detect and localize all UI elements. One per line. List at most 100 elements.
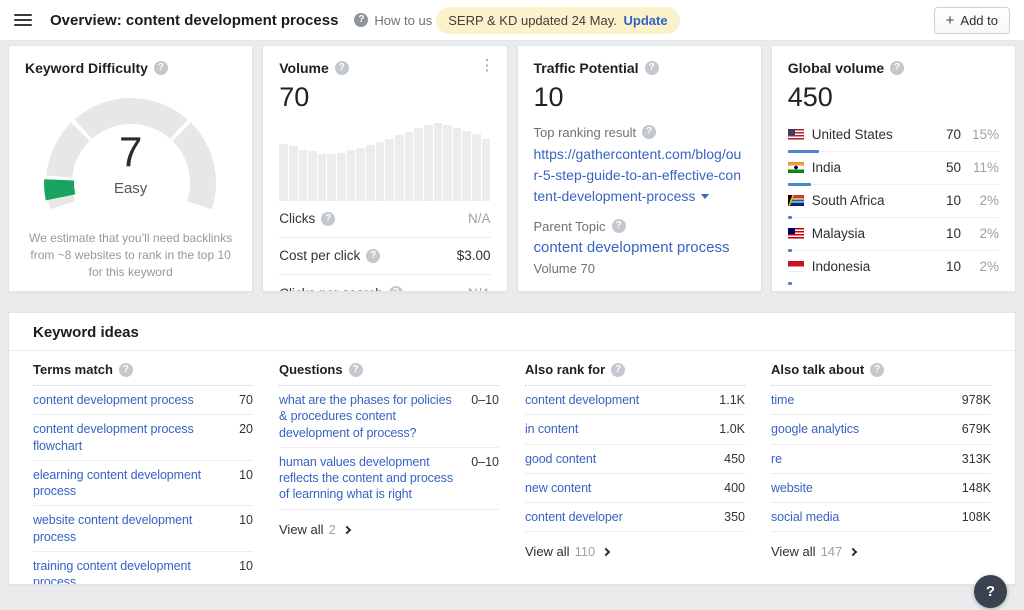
country-name: United States bbox=[812, 127, 938, 142]
keyword-row: website content development process10 bbox=[33, 506, 253, 552]
help-icon[interactable]: ? bbox=[612, 219, 626, 233]
help-icon[interactable]: ? bbox=[321, 212, 335, 226]
volume-bar bbox=[482, 139, 491, 201]
keyword-link[interactable]: new content bbox=[525, 480, 716, 496]
keyword-row: elearning content development process10 bbox=[33, 461, 253, 507]
add-to-button[interactable]: + Add to bbox=[934, 7, 1010, 34]
country-volume-list: United States7015%India5011%South Africa… bbox=[788, 119, 999, 283]
keyword-link[interactable]: re bbox=[771, 451, 954, 467]
chevron-right-icon bbox=[849, 548, 857, 556]
help-icon[interactable]: ? bbox=[642, 125, 656, 139]
keyword-volume: 108K bbox=[962, 509, 991, 524]
keyword-link[interactable]: content development process bbox=[33, 392, 231, 408]
volume-bar bbox=[405, 132, 414, 201]
clicks-value: N/A bbox=[468, 211, 491, 226]
volume-bar bbox=[453, 128, 462, 201]
keyword-volume: 148K bbox=[962, 480, 991, 495]
menu-icon[interactable] bbox=[14, 14, 32, 26]
column-title: Terms match bbox=[33, 362, 113, 377]
help-icon[interactable]: ? bbox=[335, 61, 349, 75]
dropdown-caret-icon[interactable] bbox=[701, 194, 709, 199]
column-header: Also talk about? bbox=[771, 351, 991, 386]
how-to-use-link[interactable]: ? How to us bbox=[354, 13, 432, 28]
flag-icon-my bbox=[788, 228, 804, 239]
keyword-link[interactable]: content developer bbox=[525, 509, 716, 525]
chevron-right-icon bbox=[602, 548, 610, 556]
volume-bar bbox=[366, 145, 375, 201]
keyword-row: what are the phases for policies & proce… bbox=[279, 386, 499, 448]
keyword-row: content development process flowchart20 bbox=[33, 415, 253, 461]
keyword-row: content development1.1K bbox=[525, 386, 745, 415]
country-percent: 15% bbox=[969, 127, 999, 142]
column-header: Questions? bbox=[279, 351, 499, 386]
view-all-label: View all bbox=[279, 522, 324, 537]
keyword-link[interactable]: content development process flowchart bbox=[33, 421, 231, 454]
keyword-row: good content450 bbox=[525, 445, 745, 474]
keyword-link[interactable]: website bbox=[771, 480, 954, 496]
volume-bar bbox=[376, 142, 385, 201]
volume-bar bbox=[443, 125, 452, 201]
view-all-count: 110 bbox=[575, 544, 596, 559]
help-icon: ? bbox=[354, 13, 368, 27]
view-all-link[interactable]: View all 147 bbox=[771, 532, 991, 559]
parent-topic-link[interactable]: content development process bbox=[534, 239, 730, 256]
keyword-link[interactable]: google analytics bbox=[771, 421, 954, 437]
keyword-volume: 978K bbox=[962, 392, 991, 407]
volume-bar bbox=[424, 125, 433, 201]
keyword-link[interactable]: website content development process bbox=[33, 512, 231, 545]
help-fab-button[interactable]: ? bbox=[974, 575, 1007, 608]
help-icon[interactable]: ? bbox=[349, 363, 363, 377]
column-title: Also rank for bbox=[525, 362, 605, 377]
help-icon[interactable]: ? bbox=[119, 363, 133, 377]
clicks-per-search-row: Clicks per search ? N/A bbox=[279, 275, 490, 292]
global-volume-value: 450 bbox=[788, 83, 999, 113]
clicks-per-search-value: N/A bbox=[468, 286, 491, 292]
view-all-link[interactable]: View all110 bbox=[525, 532, 745, 559]
keyword-volume: 0–10 bbox=[471, 454, 499, 469]
country-percent: 2% bbox=[969, 226, 999, 241]
top-bar: Overview: content development process ? … bbox=[0, 0, 1024, 41]
parent-topic-label: Parent Topic bbox=[534, 219, 606, 234]
keyword-volume: 400 bbox=[724, 480, 745, 495]
keyword-row: training content development process10 bbox=[33, 552, 253, 585]
help-icon[interactable]: ? bbox=[389, 286, 403, 292]
help-icon[interactable]: ? bbox=[611, 363, 625, 377]
top-ranking-result-link[interactable]: https://gathercontent.com/blog/our-5-ste… bbox=[534, 144, 745, 207]
traffic-potential-value: 10 bbox=[534, 83, 745, 113]
volume-bar bbox=[327, 154, 336, 201]
keyword-link[interactable]: in content bbox=[525, 421, 711, 437]
keyword-link[interactable]: good content bbox=[525, 451, 716, 467]
keyword-link[interactable]: elearning content development process bbox=[33, 467, 231, 500]
keyword-link[interactable]: time bbox=[771, 392, 954, 408]
help-icon[interactable]: ? bbox=[154, 61, 168, 75]
view-all-link[interactable]: View all2 bbox=[279, 510, 499, 537]
update-link[interactable]: Update bbox=[623, 13, 667, 28]
help-icon[interactable]: ? bbox=[366, 249, 380, 263]
keyword-row: time 978K bbox=[771, 386, 991, 415]
country-row: Indonesia102% bbox=[788, 251, 999, 283]
keyword-link[interactable]: training content development process bbox=[33, 558, 231, 585]
difficulty-label: Easy bbox=[31, 180, 231, 197]
keyword-ideas-column: Terms match?content development process7… bbox=[33, 351, 253, 585]
keyword-row: re313K bbox=[771, 445, 991, 474]
help-icon[interactable]: ? bbox=[870, 363, 884, 377]
country-name: South Africa bbox=[812, 193, 938, 208]
kebab-menu-icon[interactable]: ⋮ bbox=[480, 58, 495, 73]
volume-bar bbox=[395, 135, 404, 201]
volume-bar bbox=[472, 134, 481, 201]
keyword-link[interactable]: human values development reflects the co… bbox=[279, 454, 463, 503]
help-icon[interactable]: ? bbox=[890, 61, 904, 75]
keyword-link[interactable]: what are the phases for policies & proce… bbox=[279, 392, 463, 441]
country-name: Indonesia bbox=[812, 259, 938, 274]
view-all-label: View all bbox=[771, 544, 816, 559]
volume-bar bbox=[434, 123, 443, 201]
help-icon[interactable]: ? bbox=[645, 61, 659, 75]
keyword-link[interactable]: content development bbox=[525, 392, 711, 408]
traffic-potential-card: Traffic Potential ? 10 Top ranking resul… bbox=[517, 45, 762, 292]
chevron-right-icon bbox=[343, 525, 351, 533]
top-ranking-result-label: Top ranking result bbox=[534, 125, 637, 140]
keyword-link[interactable]: social media bbox=[771, 509, 954, 525]
country-row: India5011% bbox=[788, 152, 999, 185]
cost-per-click-label: Cost per click bbox=[279, 248, 360, 263]
view-all-count: 147 bbox=[821, 544, 843, 559]
